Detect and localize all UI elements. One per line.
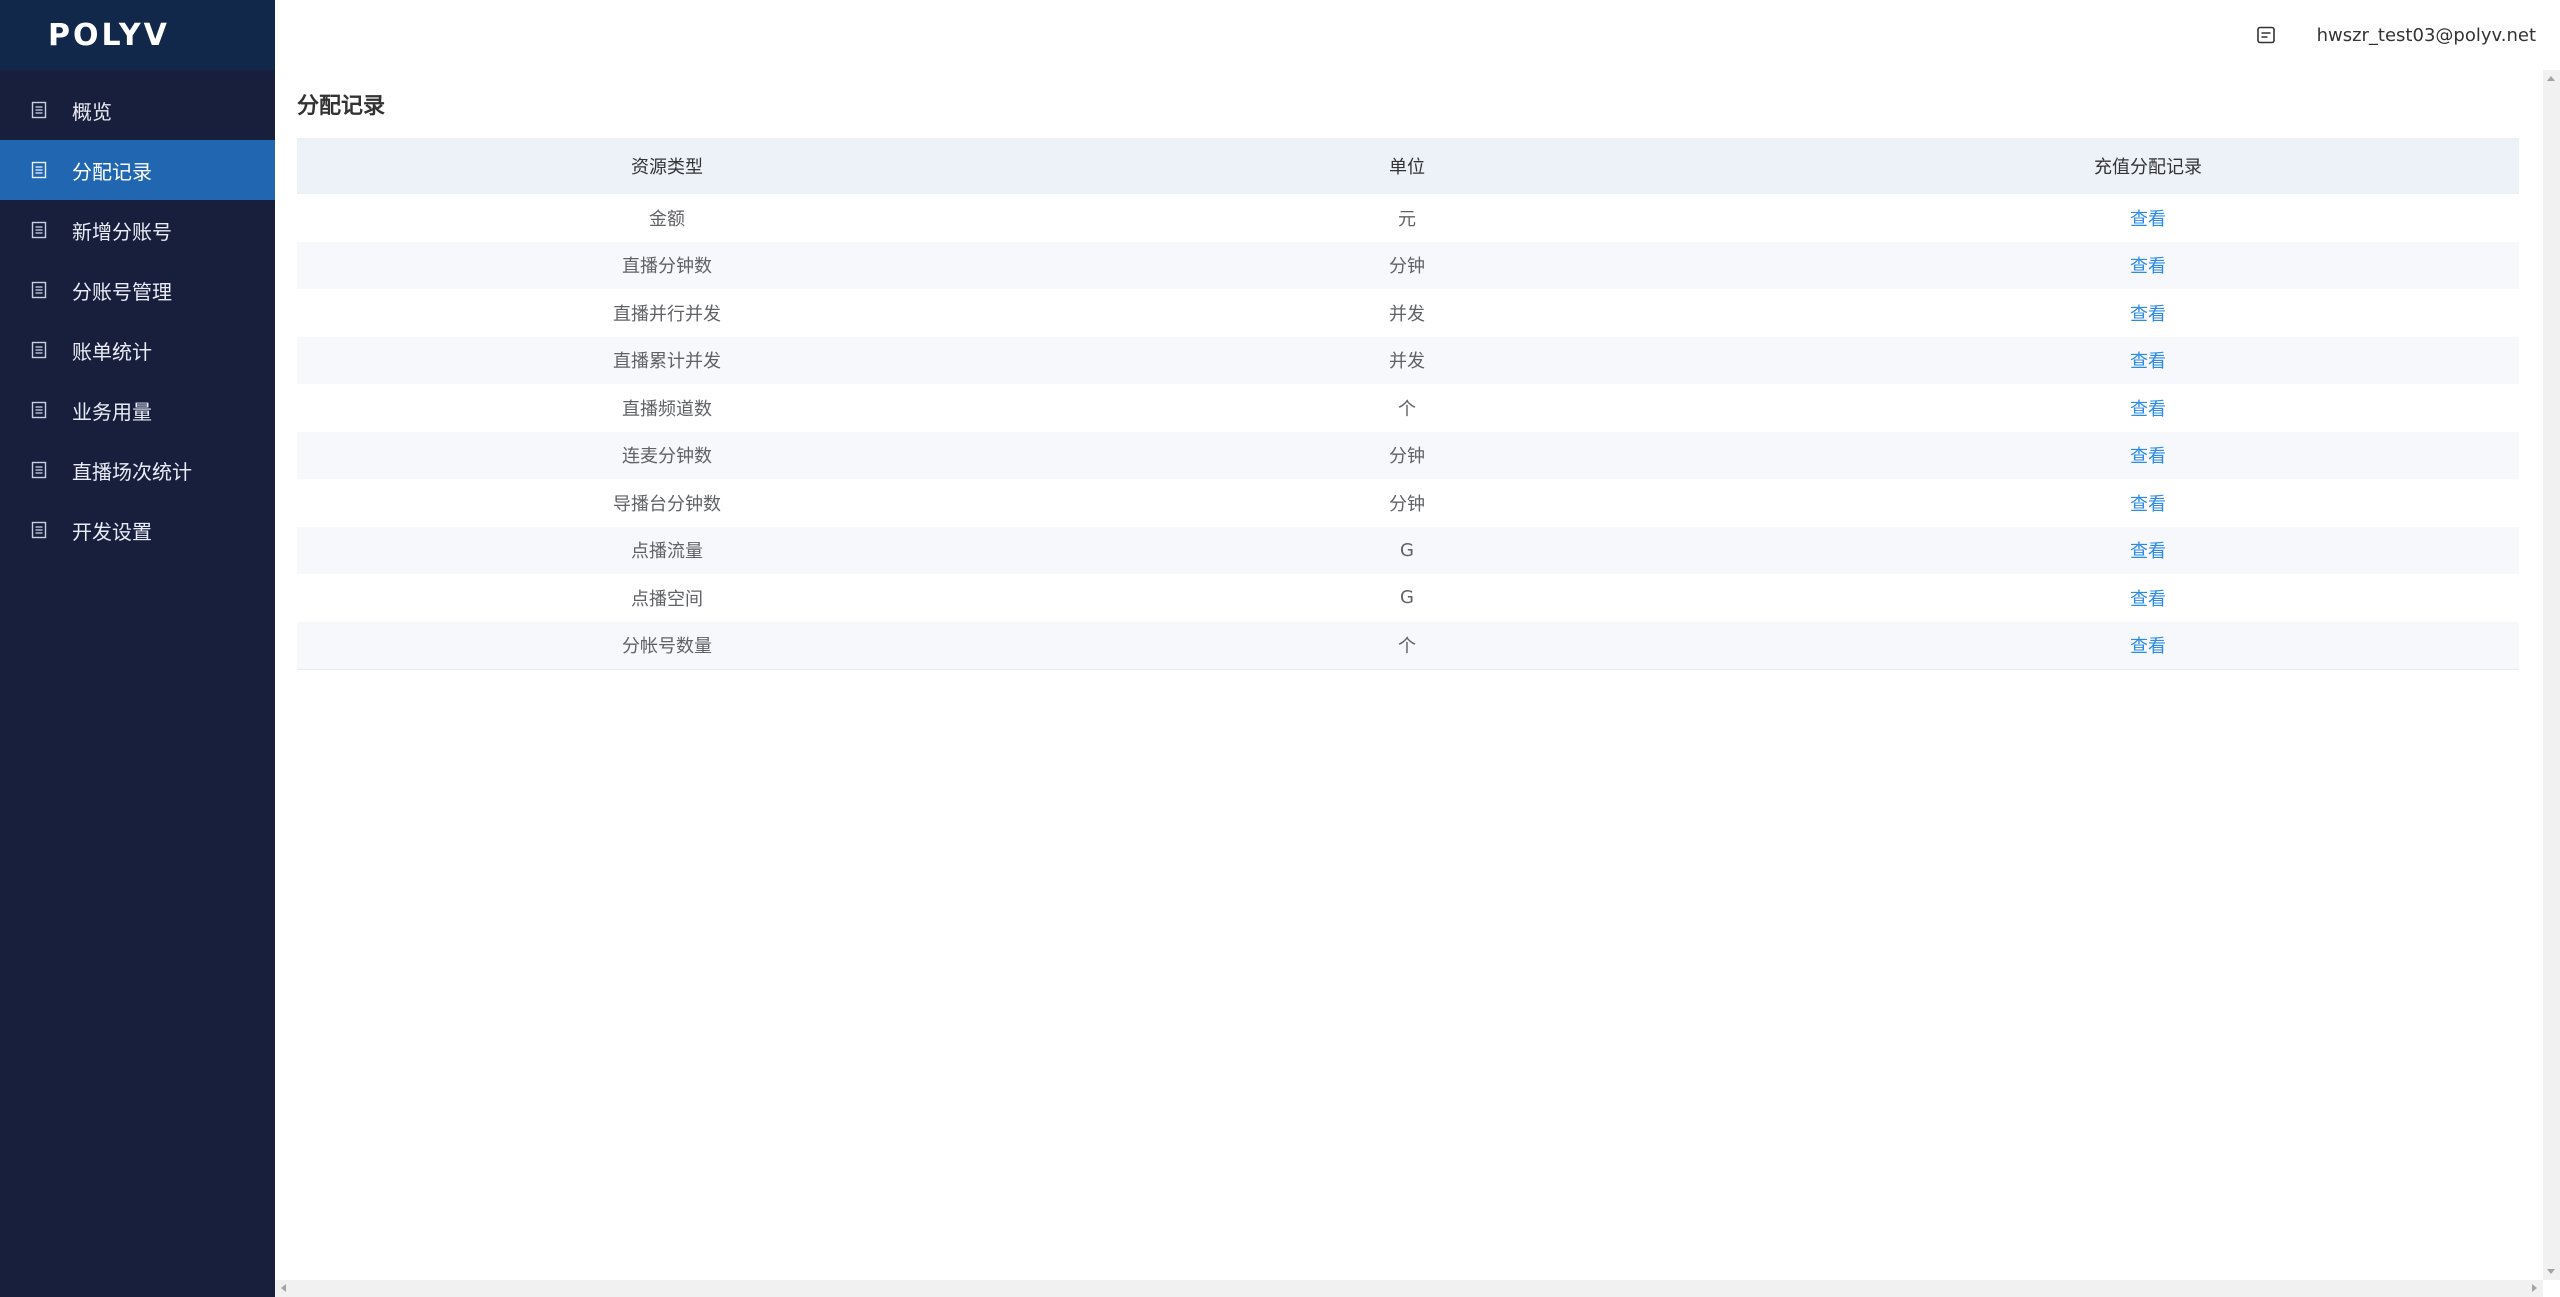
cell-unit: 个 xyxy=(1398,636,1416,657)
user-email[interactable]: hwszr_test03@polyv.net xyxy=(2317,25,2536,46)
cell-action: 查看 xyxy=(1777,384,2519,432)
cell-resource-type: 分帐号数量 xyxy=(622,636,712,657)
list-doc-icon xyxy=(30,161,48,179)
cell-unit: 分钟 xyxy=(1389,446,1425,468)
cell-action: 查看 xyxy=(1777,432,2519,480)
cell-action: 查看 xyxy=(1777,622,2519,670)
sidebar-item-label: 概览 xyxy=(72,99,112,124)
list-doc-icon xyxy=(30,521,48,539)
table-row: 直播频道数 个 查看 xyxy=(297,384,2519,432)
cell-resource-type: 点播空间 xyxy=(631,588,703,610)
column-header-resource-type: 资源类型 xyxy=(631,157,703,178)
view-link[interactable]: 查看 xyxy=(2130,494,2166,515)
view-link[interactable]: 查看 xyxy=(2130,399,2166,420)
list-doc-icon xyxy=(30,281,48,299)
cell-resource-type: 连麦分钟数 xyxy=(622,446,712,468)
scroll-left-arrow-icon[interactable] xyxy=(281,1284,286,1292)
scroll-up-arrow-icon[interactable] xyxy=(2547,76,2555,81)
view-link[interactable]: 查看 xyxy=(2130,351,2166,372)
cell-unit: G xyxy=(1400,539,1414,561)
list-doc-icon xyxy=(30,101,48,119)
sidebar-item-sub-account-management[interactable]: 分账号管理 xyxy=(0,260,275,320)
sidebar-item-label: 业务用量 xyxy=(72,399,152,424)
sidebar-item-label: 账单统计 xyxy=(72,339,152,364)
allocation-table: 资源类型 单位 充值分配记录 金额 元 查看 直播分钟数 分钟 查看 直播并行并… xyxy=(297,138,2519,670)
table-body: 金额 元 查看 直播分钟数 分钟 查看 直播并行并发 并发 查看 直播累计并发 … xyxy=(297,194,2519,669)
cell-resource-type: 直播并行并发 xyxy=(613,303,721,325)
list-doc-icon xyxy=(30,401,48,419)
table-row: 直播累计并发 并发 查看 xyxy=(297,336,2519,385)
cell-unit: 分钟 xyxy=(1389,256,1425,278)
view-link[interactable]: 查看 xyxy=(2130,589,2166,610)
logo-area[interactable]: POLYV xyxy=(0,0,275,70)
cell-resource-type: 直播分钟数 xyxy=(622,256,712,278)
app-root: POLYV 概览 分配记录 新增分账号 分账号管理 账单统计 业务用量 直播场次… xyxy=(0,0,2560,1297)
sidebar-item-live-session-statistics[interactable]: 直播场次统计 xyxy=(0,440,275,500)
sidebar: POLYV 概览 分配记录 新增分账号 分账号管理 账单统计 业务用量 直播场次… xyxy=(0,0,275,1297)
cell-unit: G xyxy=(1400,587,1414,609)
cell-action: 查看 xyxy=(1777,242,2519,290)
scroll-right-arrow-icon[interactable] xyxy=(2532,1284,2537,1292)
table-row: 直播并行并发 并发 查看 xyxy=(297,289,2519,337)
cell-action: 查看 xyxy=(1777,337,2519,385)
view-link[interactable]: 查看 xyxy=(2130,304,2166,325)
table-header-row: 资源类型 单位 充值分配记录 xyxy=(297,138,2519,194)
sidebar-item-allocation-records[interactable]: 分配记录 xyxy=(0,140,275,200)
horizontal-scrollbar[interactable] xyxy=(275,1280,2543,1297)
sidebar-item-label: 分配记录 xyxy=(72,159,152,184)
list-doc-icon xyxy=(30,341,48,359)
polyv-logo: POLYV xyxy=(48,17,170,53)
table-row: 金额 元 查看 xyxy=(297,194,2519,242)
cell-action: 查看 xyxy=(1777,527,2519,575)
cell-resource-type: 直播频道数 xyxy=(622,398,712,420)
view-link[interactable]: 查看 xyxy=(2130,636,2166,657)
table-row: 点播流量 G 查看 xyxy=(297,526,2519,575)
column-header-unit: 单位 xyxy=(1389,157,1425,178)
cell-resource-type: 金额 xyxy=(649,208,685,230)
table-row: 直播分钟数 分钟 查看 xyxy=(297,241,2519,290)
page-title: 分配记录 xyxy=(297,94,386,119)
view-link[interactable]: 查看 xyxy=(2130,446,2166,467)
view-link[interactable]: 查看 xyxy=(2130,209,2166,230)
cell-resource-type: 导播台分钟数 xyxy=(613,493,721,515)
top-header: hwszr_test03@polyv.net xyxy=(275,0,2560,70)
cell-action: 查看 xyxy=(1777,194,2519,242)
sidebar-item-label: 开发设置 xyxy=(72,519,152,544)
sidebar-item-label: 直播场次统计 xyxy=(72,459,192,484)
sidebar-item-business-usage[interactable]: 业务用量 xyxy=(0,380,275,440)
sidebar-item-developer-settings[interactable]: 开发设置 xyxy=(0,500,275,560)
vertical-scrollbar[interactable] xyxy=(2543,70,2560,1280)
sidebar-item-label: 分账号管理 xyxy=(72,279,172,304)
table-row: 分帐号数量 个 查看 xyxy=(297,621,2519,670)
table-row: 导播台分钟数 分钟 查看 xyxy=(297,479,2519,527)
view-link[interactable]: 查看 xyxy=(2130,256,2166,277)
table-row: 点播空间 G 查看 xyxy=(297,574,2519,622)
cell-action: 查看 xyxy=(1777,574,2519,622)
cell-action: 查看 xyxy=(1777,479,2519,527)
scroll-down-arrow-icon[interactable] xyxy=(2547,1269,2555,1274)
column-header-recharge-records: 充值分配记录 xyxy=(2094,157,2202,178)
cell-unit: 个 xyxy=(1398,398,1416,420)
allocation-table-wrap: 资源类型 单位 充值分配记录 金额 元 查看 直播分钟数 分钟 查看 直播并行并… xyxy=(297,138,2519,670)
main-content: 分配记录 资源类型 单位 充值分配记录 金额 元 查看 直播分钟数 分钟 查看 … xyxy=(275,70,2560,1297)
cell-action: 查看 xyxy=(1777,289,2519,337)
sidebar-item-add-sub-account[interactable]: 新增分账号 xyxy=(0,200,275,260)
cell-unit: 并发 xyxy=(1389,351,1425,373)
cell-unit: 元 xyxy=(1398,208,1416,230)
table-header: 资源类型 单位 充值分配记录 xyxy=(297,138,2519,194)
cell-unit: 分钟 xyxy=(1389,493,1425,515)
sidebar-item-label: 新增分账号 xyxy=(72,219,172,244)
list-doc-icon xyxy=(30,221,48,239)
table-row: 连麦分钟数 分钟 查看 xyxy=(297,431,2519,480)
cell-unit: 并发 xyxy=(1389,303,1425,325)
cell-resource-type: 直播累计并发 xyxy=(613,351,721,373)
cell-resource-type: 点播流量 xyxy=(631,541,703,563)
sidebar-item-bill-statistics[interactable]: 账单统计 xyxy=(0,320,275,380)
sidebar-item-overview[interactable]: 概览 xyxy=(0,80,275,140)
message-icon[interactable] xyxy=(2255,24,2277,46)
sidebar-nav: 概览 分配记录 新增分账号 分账号管理 账单统计 业务用量 直播场次统计 开发设… xyxy=(0,70,275,560)
view-link[interactable]: 查看 xyxy=(2130,541,2166,562)
list-doc-icon xyxy=(30,461,48,479)
